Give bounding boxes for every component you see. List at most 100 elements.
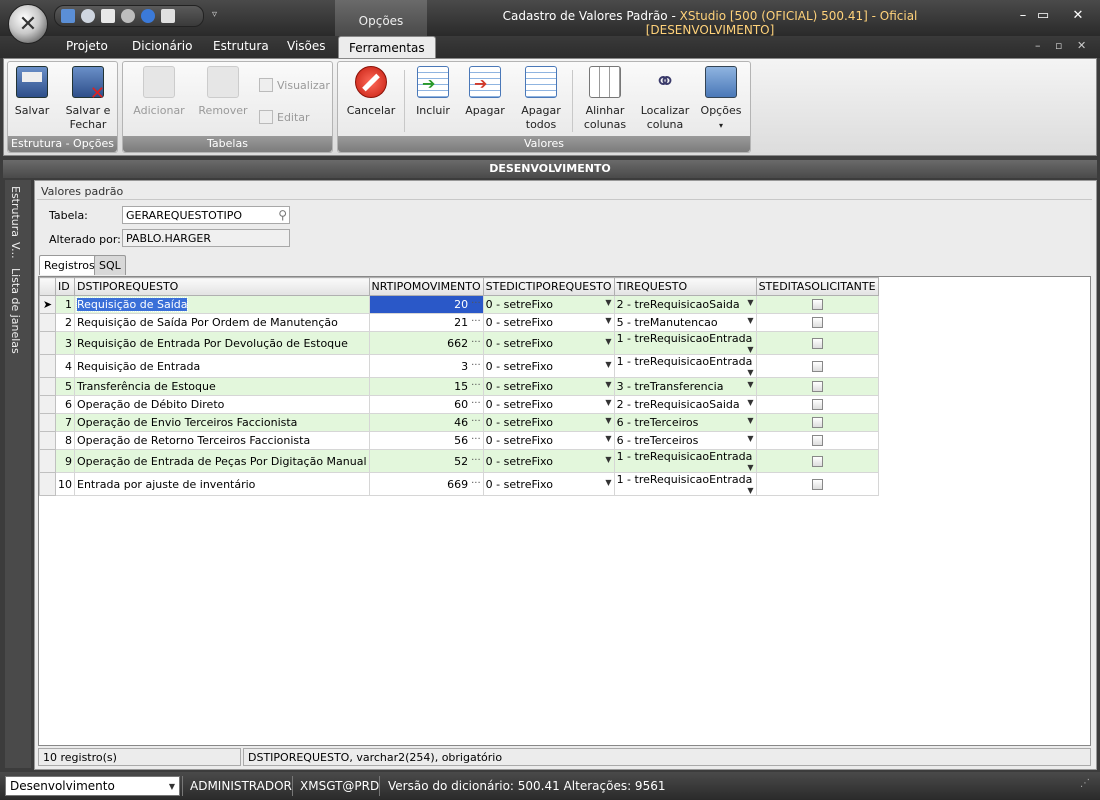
table-row[interactable]: 3 Requisição de Entrada Por Devolução de … (39, 331, 879, 355)
chevron-down-icon[interactable]: ▼ (747, 463, 753, 472)
checkbox[interactable] (811, 317, 823, 328)
row-indicator[interactable] (39, 395, 56, 414)
column-header-dstiporequesto[interactable]: DSTIPOREQUESTO (74, 277, 370, 296)
ellipsis-icon[interactable]: ··· (471, 398, 481, 409)
cell-steditasolicitante[interactable] (755, 295, 879, 314)
tab-dicionario[interactable]: Dicionário (132, 39, 192, 53)
checkbox[interactable] (811, 435, 823, 446)
cell-nrtipomovimento[interactable]: ··· 46 (368, 413, 484, 432)
save-button[interactable]: Salvar (14, 66, 50, 118)
cell-nrtipomovimento[interactable]: ··· 56 (368, 431, 484, 450)
ellipsis-icon[interactable]: ··· (471, 416, 481, 427)
cell-steditasolicitante[interactable] (755, 472, 879, 496)
checkbox[interactable] (811, 478, 823, 490)
column-header-tirequesto[interactable]: TIREQUESTO (613, 277, 757, 296)
mdi-minimize-icon[interactable]: – (1035, 39, 1041, 52)
cell-steditasolicitante[interactable] (755, 449, 879, 473)
table-row[interactable]: 5 Transferência de Estoque ··· 15 0 - setreF… (39, 377, 879, 396)
ellipsis-icon[interactable]: ··· (471, 478, 481, 489)
cell-tirequesto[interactable]: 6 - treTerceiros ▼ (613, 413, 757, 432)
cell-tirequesto[interactable]: 5 - treManutencao ▼ (613, 313, 757, 332)
chevron-down-icon[interactable]: ▼ (605, 298, 611, 307)
column-header-stedictiporequesto[interactable]: STEDICTIPOREQUESTO (482, 277, 615, 296)
tab-visoes[interactable]: Visões (287, 39, 326, 53)
chevron-down-icon[interactable]: ▼ (605, 478, 611, 487)
cell-dstiporequesto[interactable]: Operação de Débito Direto (74, 395, 370, 414)
tab-estrutura[interactable]: Estrutura (213, 39, 269, 53)
row-indicator[interactable] (39, 449, 56, 473)
delete-button[interactable]: ➔ Apagar (464, 66, 506, 118)
delete-all-button[interactable]: Apagar todos (518, 66, 564, 132)
side-tab-estrutura[interactable]: Estrutura (9, 186, 22, 237)
add-button[interactable]: Adicionar (131, 66, 187, 118)
checkbox[interactable] (811, 417, 823, 428)
row-indicator[interactable] (39, 377, 56, 396)
checkbox[interactable] (811, 399, 823, 410)
cell-tirequesto[interactable]: 1 - treRequisicaoEntrada ▼ (613, 331, 757, 355)
table-row[interactable]: ➤ 1 Requisição de Saída ··· 20 0 - setreFixo ▼… (39, 295, 879, 314)
cell-steditasolicitante[interactable] (755, 313, 879, 332)
chevron-down-icon[interactable]: ▼ (747, 434, 753, 443)
row-indicator[interactable] (39, 354, 56, 378)
ellipsis-icon[interactable]: ··· (471, 337, 481, 348)
row-indicator[interactable] (39, 431, 56, 450)
chevron-down-icon[interactable]: ▼ (605, 434, 611, 443)
cell-stedictiporequesto[interactable]: 0 - setreFixo ▼ (482, 331, 615, 355)
gear-icon[interactable] (121, 9, 135, 23)
qat-customize-icon[interactable]: ▿ (212, 9, 217, 20)
cell-stedictiporequesto[interactable]: 0 - setreFixo ▼ (482, 395, 615, 414)
chevron-down-icon[interactable]: ▼ (605, 398, 611, 407)
side-tab-lista-janelas[interactable]: Lista de janelas (9, 268, 22, 354)
cell-id[interactable]: 2 (55, 313, 75, 332)
cell-nrtipomovimento[interactable]: ··· 20 (368, 295, 484, 314)
chevron-down-icon[interactable]: ▼ (605, 337, 611, 346)
checkbox[interactable] (811, 381, 823, 392)
row-indicator[interactable] (39, 413, 56, 432)
cell-dstiporequesto[interactable]: Entrada por ajuste de inventário (74, 472, 370, 496)
cell-nrtipomovimento[interactable]: ··· 21 (368, 313, 484, 332)
options-button[interactable]: Opções ▾ (698, 66, 744, 133)
cell-tirequesto[interactable]: 1 - treRequisicaoEntrada ▼ (613, 472, 757, 496)
chevron-down-icon[interactable]: ▼ (747, 345, 753, 354)
cell-nrtipomovimento[interactable]: ··· 662 (368, 331, 484, 355)
column-header-nrtipomovimento[interactable]: NRTIPOMOVIMENTO (368, 277, 484, 296)
cell-steditasolicitante[interactable] (755, 395, 879, 414)
close-icon[interactable]: ✕ (1065, 6, 1091, 26)
cell-nrtipomovimento[interactable]: ··· 60 (368, 395, 484, 414)
tabela-field[interactable]: GERAREQUESTOTIPO ⚲ (122, 206, 290, 224)
cell-stedictiporequesto[interactable]: 0 - setreFixo ▼ (482, 449, 615, 473)
cell-id[interactable]: 4 (55, 354, 75, 378)
cell-stedictiporequesto[interactable]: 0 - setreFixo ▼ (482, 377, 615, 396)
table-row[interactable]: 6 Operação de Débito Direto ··· 60 0 - setre… (39, 395, 879, 414)
cell-dstiporequesto[interactable]: Transferência de Estoque (74, 377, 370, 396)
cell-stedictiporequesto[interactable]: 0 - setreFixo ▼ (482, 472, 615, 496)
cell-dstiporequesto[interactable]: Requisição de Saída (74, 295, 370, 314)
checkbox[interactable] (811, 455, 823, 467)
chevron-down-icon[interactable]: ▼ (747, 298, 753, 307)
cancel-button[interactable]: Cancelar (346, 66, 396, 118)
cell-id[interactable]: 7 (55, 413, 75, 432)
cell-tirequesto[interactable]: 2 - treRequisicaoSaida ▼ (613, 295, 757, 314)
cell-steditasolicitante[interactable] (755, 331, 879, 355)
edit-button[interactable]: Editar (259, 110, 310, 124)
row-indicator[interactable] (39, 472, 56, 496)
info-icon[interactable] (161, 9, 175, 23)
environment-select[interactable]: Desenvolvimento ▼ (5, 776, 180, 796)
table-row[interactable]: 2 Requisição de Saída Por Ordem de Manute… (39, 313, 879, 332)
checkbox[interactable] (811, 360, 823, 372)
cell-id[interactable]: 3 (55, 331, 75, 355)
cell-id[interactable]: 1 (55, 295, 75, 314)
cell-steditasolicitante[interactable] (755, 377, 879, 396)
maximize-icon[interactable]: ▭ (1030, 6, 1056, 26)
cell-tirequesto[interactable]: 2 - treRequisicaoSaida ▼ (613, 395, 757, 414)
mdi-close-icon[interactable]: ✕ (1077, 39, 1086, 52)
cell-tirequesto[interactable]: 3 - treTransferencia ▼ (613, 377, 757, 396)
cell-id[interactable]: 5 (55, 377, 75, 396)
ellipsis-icon[interactable]: ··· (471, 380, 481, 391)
chevron-down-icon[interactable]: ▼ (605, 455, 611, 464)
ellipsis-icon[interactable]: ··· (471, 455, 481, 466)
chevron-down-icon[interactable]: ▼ (747, 398, 753, 407)
view-button[interactable]: Visualizar (259, 78, 330, 92)
cell-nrtipomovimento[interactable]: ··· 3 (368, 354, 484, 378)
tab-projeto[interactable]: Projeto (66, 39, 108, 53)
